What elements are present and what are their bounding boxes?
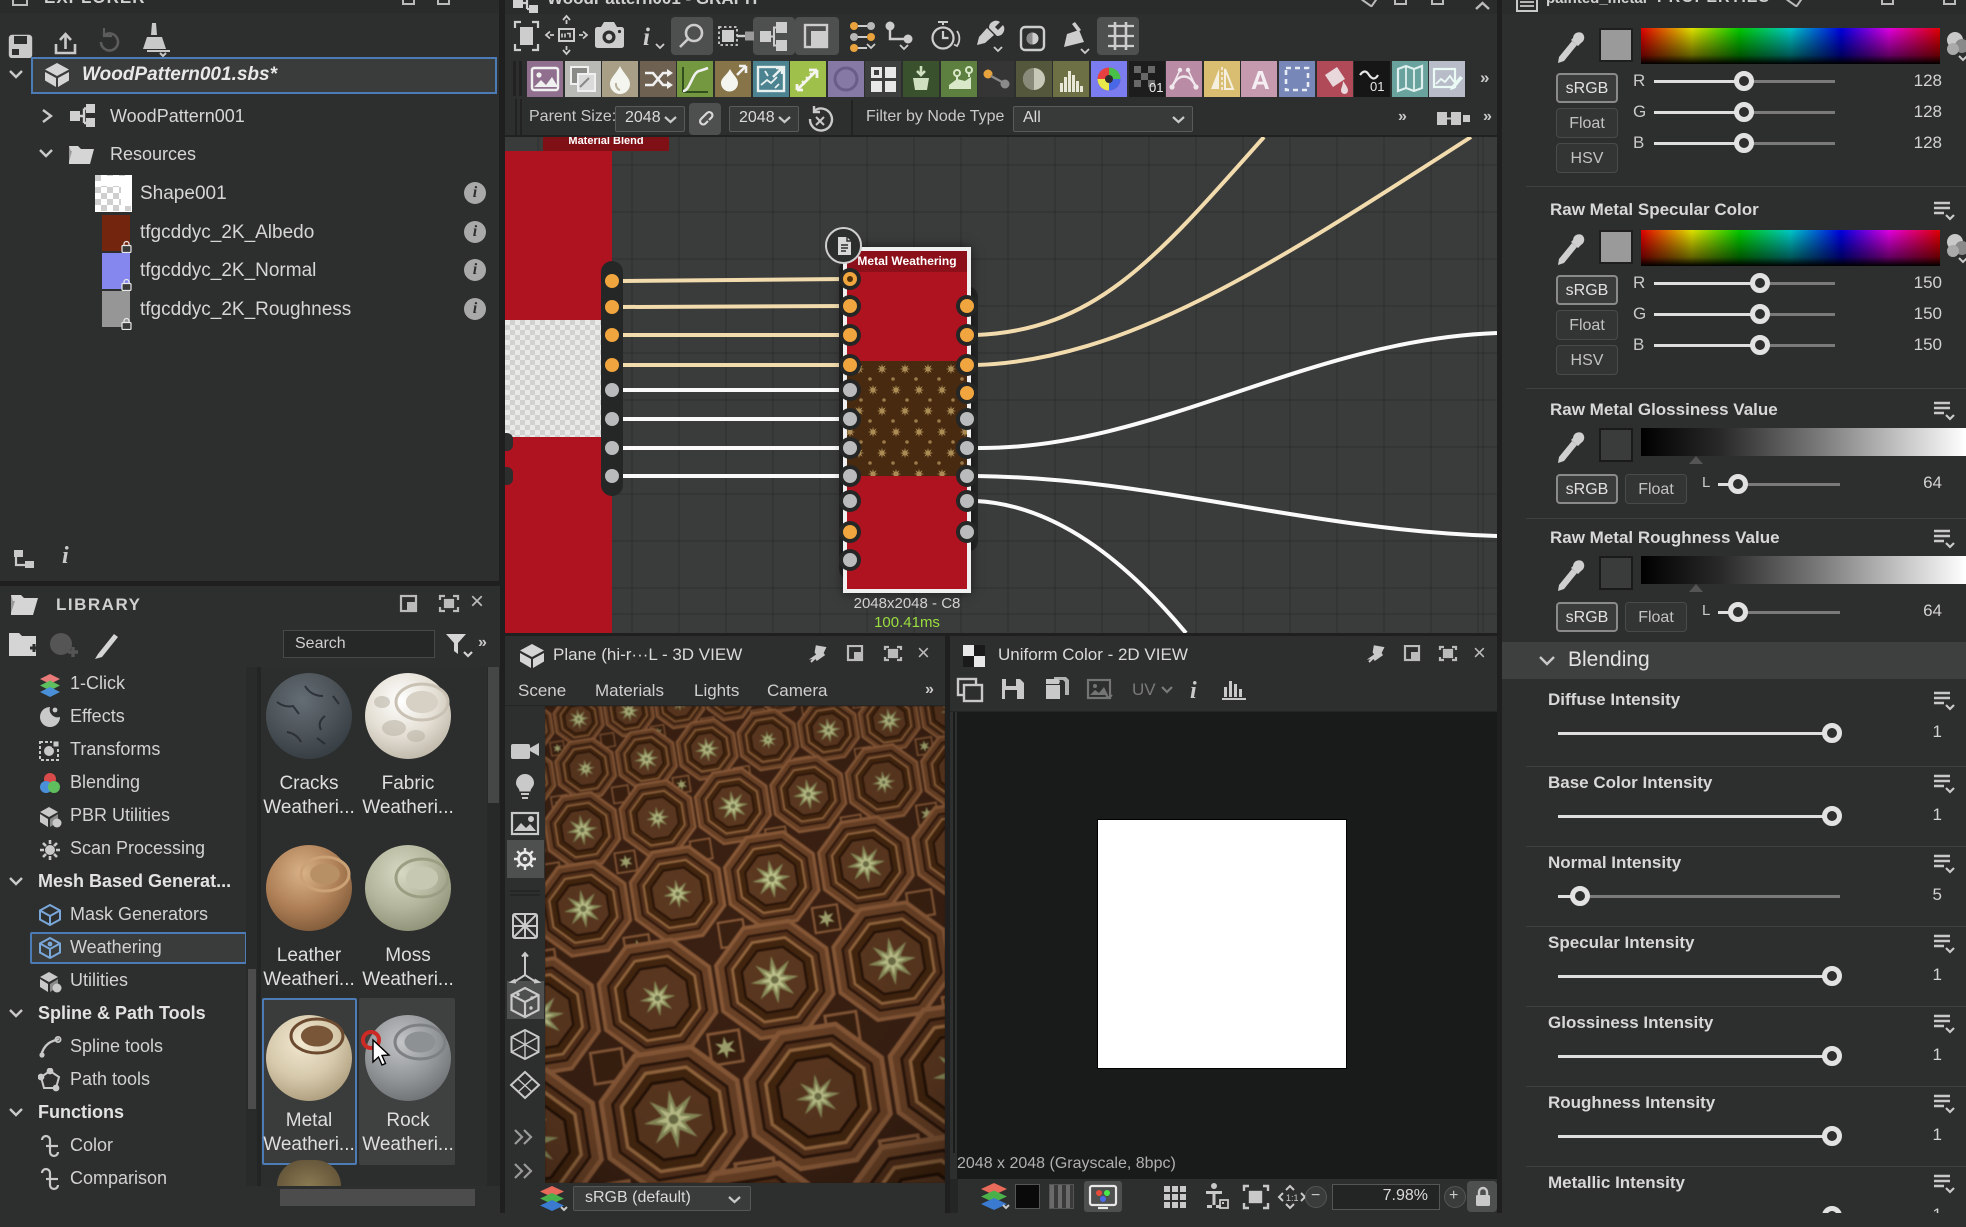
svg-text:i: i xyxy=(643,24,650,51)
svg-text:01: 01 xyxy=(1370,79,1384,94)
svg-text:i: i xyxy=(1190,678,1197,704)
svg-text:UV: UV xyxy=(1132,680,1156,699)
svg-text:A: A xyxy=(1251,65,1270,95)
svg-text:1:1: 1:1 xyxy=(1286,1193,1299,1203)
svg-text:01: 01 xyxy=(1149,80,1163,95)
